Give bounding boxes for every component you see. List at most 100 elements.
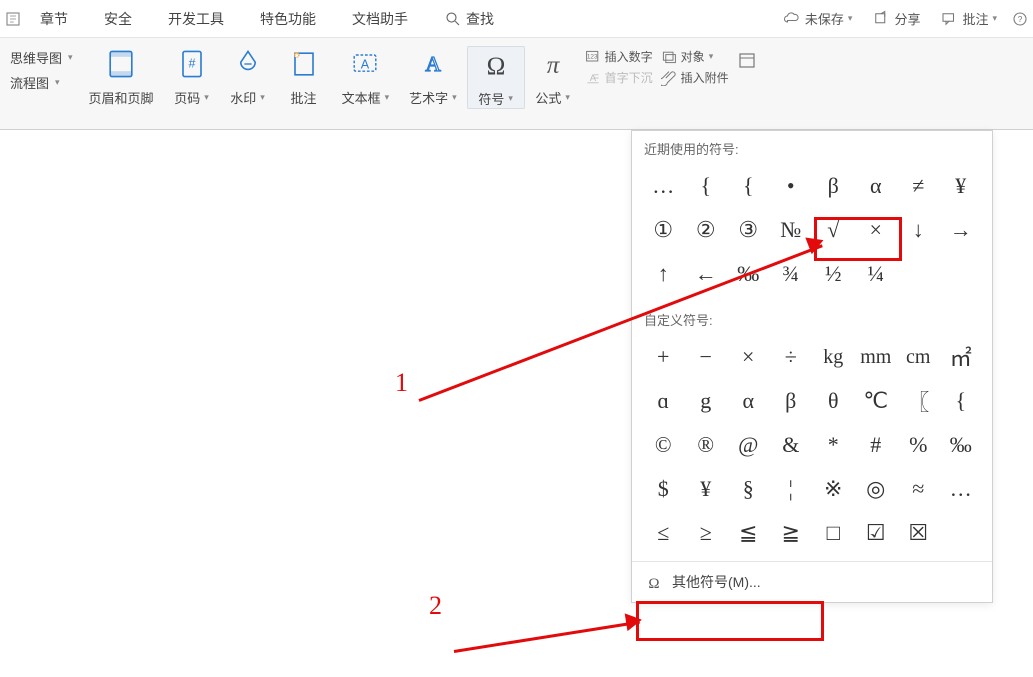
recent-symbol-cell[interactable]: { <box>727 164 770 208</box>
side-tools-2: 对象▾ 插入附件 <box>657 46 733 88</box>
more-symbols-button[interactable]: Ω 其他符号(M)... <box>632 561 992 602</box>
custom-symbol-cell[interactable]: ㎡ <box>940 335 983 379</box>
custom-symbol-cell[interactable] <box>940 511 983 555</box>
custom-symbol-cell[interactable]: mm <box>855 335 898 379</box>
textbox-label: 文本框 <box>342 88 390 107</box>
insert-number-button[interactable]: 123 插入数字 <box>585 48 653 65</box>
custom-symbol-cell[interactable]: cm <box>897 335 940 379</box>
recent-symbol-cell[interactable]: № <box>770 208 813 252</box>
menu-chapter[interactable]: 章节 <box>22 9 86 29</box>
recent-symbol-cell[interactable]: β <box>812 164 855 208</box>
menu-unsaved[interactable]: 未保存▾ <box>777 9 859 28</box>
custom-symbol-cell[interactable]: ® <box>685 423 728 467</box>
recent-symbol-cell[interactable]: { <box>685 164 728 208</box>
side-tools-3 <box>733 46 761 72</box>
comment-icon <box>940 10 958 28</box>
recent-symbol-cell[interactable]: ② <box>685 208 728 252</box>
menu-doc-helper[interactable]: 文档助手 <box>334 9 426 29</box>
menu-special[interactable]: 特色功能 <box>242 9 334 29</box>
recent-symbol-cell[interactable]: ↑ <box>642 252 685 296</box>
insert-number-icon: 123 <box>585 49 601 65</box>
custom-symbol-cell[interactable]: ‰ <box>940 423 983 467</box>
custom-symbol-cell[interactable]: § <box>727 467 770 511</box>
custom-symbol-cell[interactable]: + <box>642 335 685 379</box>
flowchart-button[interactable]: 流程图 <box>10 73 73 92</box>
menu-comment[interactable]: 批注▾ <box>934 9 1003 28</box>
custom-symbol-cell[interactable]: @ <box>727 423 770 467</box>
custom-symbol-cell[interactable]: × <box>727 335 770 379</box>
wordart-button[interactable]: A 艺术字 <box>399 46 467 107</box>
menu-security[interactable]: 安全 <box>86 9 150 29</box>
custom-symbol-cell[interactable]: α <box>727 379 770 423</box>
custom-symbol-cell[interactable]: ¥ <box>685 467 728 511</box>
unsaved-label: 未保存 <box>805 9 844 28</box>
recent-symbols-grid: …{{•βα≠¥①②③№√×↓→↑←‰¾½¼ <box>632 164 992 302</box>
comment-button[interactable]: ✱ 批注 <box>276 46 332 107</box>
custom-symbol-cell[interactable]: $ <box>642 467 685 511</box>
custom-symbol-cell[interactable]: ≈ <box>897 467 940 511</box>
recent-symbol-cell[interactable]: ½ <box>812 252 855 296</box>
document-canvas[interactable] <box>0 160 630 670</box>
custom-symbol-cell[interactable]: − <box>685 335 728 379</box>
menu-bar: 章节 安全 开发工具 特色功能 文档助手 查找 未保存▾ 分享 批注▾ ? <box>0 0 1033 38</box>
custom-symbol-cell[interactable]: ≥ <box>685 511 728 555</box>
page-number-button[interactable]: # 页码 <box>164 46 220 107</box>
svg-text:#: # <box>188 57 195 71</box>
recent-symbol-cell[interactable] <box>897 252 940 296</box>
mindmap-button[interactable]: 思维导图 <box>10 48 73 67</box>
attachment-icon <box>661 70 677 86</box>
custom-symbol-cell[interactable]: ☑ <box>855 511 898 555</box>
svg-text:Ω: Ω <box>648 576 659 592</box>
custom-symbol-cell[interactable]: ≤ <box>642 511 685 555</box>
equation-button[interactable]: π 公式 <box>525 46 581 107</box>
recent-symbol-cell[interactable]: • <box>770 164 813 208</box>
textbox-button[interactable]: A 文本框 <box>332 46 400 107</box>
custom-symbol-cell[interactable]: # <box>855 423 898 467</box>
custom-symbol-cell[interactable]: ℃ <box>855 379 898 423</box>
dropcap-label: 首字下沉 <box>605 69 653 86</box>
search-icon <box>444 10 462 28</box>
custom-symbol-cell[interactable]: … <box>940 467 983 511</box>
symbol-button[interactable]: Ω 符号 <box>467 46 525 109</box>
custom-symbol-cell[interactable]: ÷ <box>770 335 813 379</box>
recent-symbol-cell[interactable]: ¼ <box>855 252 898 296</box>
custom-symbol-cell[interactable]: □ <box>812 511 855 555</box>
custom-symbol-cell[interactable]: % <box>897 423 940 467</box>
header-footer-label: 页眉和页脚 <box>89 88 154 107</box>
menu-find[interactable]: 查找 <box>426 9 512 29</box>
custom-symbol-cell[interactable]: * <box>812 423 855 467</box>
help-icon[interactable]: ? <box>1011 10 1029 28</box>
custom-symbol-cell[interactable]: ¦ <box>770 467 813 511</box>
object-button[interactable]: 对象▾ <box>661 48 714 65</box>
recent-symbol-cell[interactable] <box>940 252 983 296</box>
menu-devtools[interactable]: 开发工具 <box>150 9 242 29</box>
custom-symbol-cell[interactable]: θ <box>812 379 855 423</box>
custom-symbol-cell[interactable]: © <box>642 423 685 467</box>
recent-symbol-cell[interactable]: … <box>642 164 685 208</box>
custom-symbol-cell[interactable]: ≧ <box>770 511 813 555</box>
recent-symbol-cell[interactable]: × <box>855 208 898 252</box>
custom-symbol-cell[interactable]: kg <box>812 335 855 379</box>
custom-symbol-cell[interactable]: ≦ <box>727 511 770 555</box>
watermark-button[interactable]: 水印 <box>220 46 276 107</box>
recent-symbol-cell[interactable]: ① <box>642 208 685 252</box>
recent-symbol-cell[interactable]: ≠ <box>897 164 940 208</box>
custom-symbol-cell[interactable]: { <box>940 379 983 423</box>
recent-symbol-cell[interactable]: α <box>855 164 898 208</box>
menu-share[interactable]: 分享 <box>866 9 926 28</box>
header-footer-button[interactable]: 页眉和页脚 <box>79 46 164 107</box>
calendar-icon[interactable] <box>737 50 757 70</box>
recent-symbol-cell[interactable]: → <box>940 208 983 252</box>
attachment-button[interactable]: 插入附件 <box>661 69 729 86</box>
recent-symbol-cell[interactable]: ¥ <box>940 164 983 208</box>
custom-symbol-cell[interactable]: β <box>770 379 813 423</box>
recent-symbol-cell[interactable]: ③ <box>727 208 770 252</box>
custom-symbol-cell[interactable]: g <box>685 379 728 423</box>
custom-symbol-cell[interactable]: & <box>770 423 813 467</box>
custom-symbol-cell[interactable]: 〖 <box>897 379 940 423</box>
recent-symbol-cell[interactable]: ↓ <box>897 208 940 252</box>
custom-symbol-cell[interactable]: ※ <box>812 467 855 511</box>
custom-symbol-cell[interactable]: ◎ <box>855 467 898 511</box>
custom-symbol-cell[interactable]: ɑ <box>642 379 685 423</box>
custom-symbol-cell[interactable]: ☒ <box>897 511 940 555</box>
